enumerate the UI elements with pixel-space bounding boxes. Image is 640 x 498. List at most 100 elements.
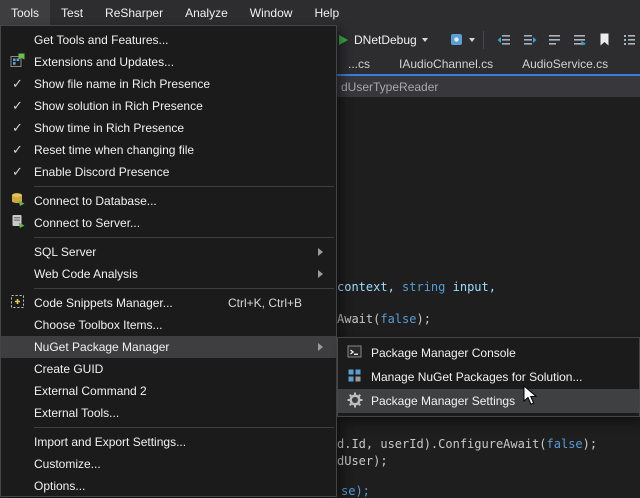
database-icon bbox=[10, 192, 25, 210]
checkmark-icon: ✓ bbox=[12, 120, 23, 136]
menu-item-label: External Tools... bbox=[34, 406, 328, 420]
menubar-item-resharper[interactable]: ReSharper bbox=[94, 0, 174, 25]
menu-item-external-tools[interactable]: External Tools... bbox=[1, 402, 336, 424]
menu-item-label: External Command 2 bbox=[34, 384, 328, 398]
code-line: d.Id, userId).ConfigureAwait(false); bbox=[337, 437, 597, 451]
nuget-submenu: Package Manager Console Manage NuGet Pac… bbox=[337, 337, 640, 417]
menubar-item-label: Window bbox=[250, 6, 293, 20]
submenu-item-manage-nuget-packages[interactable]: Manage NuGet Packages for Solution... bbox=[338, 365, 639, 389]
attach-icon[interactable] bbox=[449, 32, 464, 47]
server-icon bbox=[10, 214, 25, 232]
code-token: ); bbox=[583, 437, 597, 451]
menubar-item-help[interactable]: Help bbox=[303, 0, 350, 25]
menubar-item-label: Help bbox=[314, 6, 339, 20]
checkmark-icon: ✓ bbox=[12, 98, 23, 114]
chevron-down-icon[interactable] bbox=[469, 38, 475, 42]
menubar-item-analyze[interactable]: Analyze bbox=[174, 0, 239, 25]
menu-separator bbox=[34, 237, 334, 238]
menu-item-show-solution[interactable]: ✓ Show solution in Rich Presence bbox=[1, 95, 336, 117]
navigate-forward-icon[interactable] bbox=[522, 32, 537, 47]
menu-item-label: Connect to Server... bbox=[34, 216, 328, 230]
menu-item-show-file-name[interactable]: ✓ Show file name in Rich Presence bbox=[1, 73, 336, 95]
tab-audioservice[interactable]: AudioService.cs bbox=[513, 57, 617, 71]
code-token: false bbox=[547, 437, 583, 451]
menu-item-label: Code Snippets Manager... bbox=[34, 296, 228, 310]
menu-item-label: Choose Toolbox Items... bbox=[34, 318, 328, 332]
menu-item-label: Connect to Database... bbox=[34, 194, 328, 208]
menu-item-label: SQL Server bbox=[34, 245, 328, 259]
bookmark-icon[interactable] bbox=[597, 32, 612, 47]
menu-item-label: Get Tools and Features... bbox=[34, 33, 328, 47]
mouse-cursor bbox=[523, 385, 539, 410]
checkmark-icon: ✓ bbox=[12, 142, 23, 158]
menu-item-label: Package Manager Console bbox=[371, 346, 631, 360]
tools-menu: Get Tools and Features... Extensions and… bbox=[0, 25, 337, 497]
submenu-arrow-icon bbox=[318, 343, 323, 351]
code-token: input, bbox=[445, 280, 496, 294]
menu-item-choose-toolbox-items[interactable]: Choose Toolbox Items... bbox=[1, 314, 336, 336]
start-debug-icon[interactable] bbox=[339, 35, 348, 45]
code-line: context, string input, bbox=[337, 280, 496, 294]
console-icon bbox=[347, 344, 362, 362]
menu-item-code-snippets-manager[interactable]: Code Snippets Manager... Ctrl+K, Ctrl+B bbox=[1, 292, 336, 314]
menu-item-label: Create GUID bbox=[34, 362, 328, 376]
menubar-item-test[interactable]: Test bbox=[50, 0, 94, 25]
uncomment-icon[interactable] bbox=[572, 32, 587, 47]
code-line: dUser); bbox=[337, 454, 388, 468]
menu-separator bbox=[34, 288, 334, 289]
menu-item-label: Extensions and Updates... bbox=[34, 55, 328, 69]
menubar-item-label: Tools bbox=[11, 6, 39, 20]
menu-item-reset-time[interactable]: ✓ Reset time when changing file bbox=[1, 139, 336, 161]
manage-packages-icon bbox=[347, 368, 362, 386]
menu-item-show-time[interactable]: ✓ Show time in Rich Presence bbox=[1, 117, 336, 139]
breadcrumb-type-dropdown[interactable]: dUserTypeReader bbox=[341, 80, 438, 94]
menu-item-label: Manage NuGet Packages for Solution... bbox=[371, 370, 631, 384]
menu-item-external-command-2[interactable]: External Command 2 bbox=[1, 380, 336, 402]
menu-item-label: Import and Export Settings... bbox=[34, 435, 328, 449]
tab-iaudiochannel[interactable]: IAudioChannel.cs bbox=[390, 57, 502, 71]
menu-separator bbox=[34, 427, 334, 428]
menu-item-get-tools-and-features[interactable]: Get Tools and Features... bbox=[1, 29, 336, 51]
checkmark-icon: ✓ bbox=[12, 76, 23, 92]
menubar-item-window[interactable]: Window bbox=[239, 0, 304, 25]
submenu-arrow-icon bbox=[318, 270, 323, 278]
menu-item-nuget-package-manager[interactable]: NuGet Package Manager bbox=[1, 336, 336, 358]
menubar-item-tools[interactable]: Tools bbox=[0, 0, 50, 25]
menu-item-customize[interactable]: Customize... bbox=[1, 453, 336, 475]
menu-item-label: Package Manager Settings bbox=[371, 394, 631, 408]
comment-icon[interactable] bbox=[547, 32, 562, 47]
task-list-icon[interactable] bbox=[622, 32, 637, 47]
code-line: Await(false); bbox=[337, 312, 431, 326]
menu-item-label: Enable Discord Presence bbox=[34, 165, 328, 179]
menu-item-label: Show solution in Rich Presence bbox=[34, 99, 328, 113]
menu-item-connect-to-database[interactable]: Connect to Database... bbox=[1, 190, 336, 212]
navigate-backward-icon[interactable] bbox=[497, 32, 512, 47]
tab-file-partial[interactable]: ...cs bbox=[339, 57, 379, 71]
menu-separator bbox=[34, 186, 334, 187]
menu-item-create-guid[interactable]: Create GUID bbox=[1, 358, 336, 380]
menu-item-label: Show file name in Rich Presence bbox=[34, 77, 328, 91]
menu-item-connect-to-server[interactable]: Connect to Server... bbox=[1, 212, 336, 234]
debug-target-selector[interactable]: DNetDebug bbox=[354, 33, 417, 47]
menu-item-options[interactable]: Options... bbox=[1, 475, 336, 497]
menubar-item-label: Analyze bbox=[185, 6, 228, 20]
extensions-icon bbox=[10, 53, 25, 71]
gear-icon bbox=[347, 392, 363, 411]
submenu-item-package-manager-settings[interactable]: Package Manager Settings bbox=[338, 389, 639, 413]
menu-item-sql-server[interactable]: SQL Server bbox=[1, 241, 336, 263]
code-token: Await( bbox=[337, 312, 380, 326]
menu-item-web-code-analysis[interactable]: Web Code Analysis bbox=[1, 263, 336, 285]
menu-item-label: Options... bbox=[34, 479, 328, 493]
checkmark-icon: ✓ bbox=[12, 164, 23, 180]
menu-item-extensions-and-updates[interactable]: Extensions and Updates... bbox=[1, 51, 336, 73]
chevron-down-icon[interactable] bbox=[422, 38, 428, 42]
menu-item-label: Web Code Analysis bbox=[34, 267, 328, 281]
menubar-item-label: Test bbox=[61, 6, 83, 20]
menu-item-enable-discord[interactable]: ✓ Enable Discord Presence bbox=[1, 161, 336, 183]
submenu-item-package-manager-console[interactable]: Package Manager Console bbox=[338, 341, 639, 365]
submenu-arrow-icon bbox=[318, 248, 323, 256]
code-token: ); bbox=[416, 312, 430, 326]
menu-item-import-export-settings[interactable]: Import and Export Settings... bbox=[1, 431, 336, 453]
menu-item-shortcut: Ctrl+K, Ctrl+B bbox=[228, 296, 302, 310]
menu-item-label: NuGet Package Manager bbox=[34, 340, 328, 354]
